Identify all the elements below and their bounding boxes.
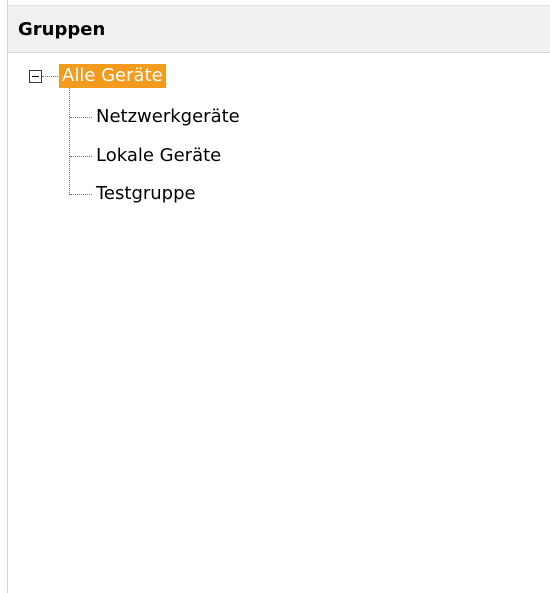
tree-node-test-group[interactable]: Testgruppe — [96, 182, 196, 206]
group-tree: Alle Geräte Netzwerkgeräte Lokale Geräte… — [8, 53, 550, 593]
collapse-toggle-icon[interactable] — [29, 70, 42, 83]
tree-node-all-devices[interactable]: Alle Geräte — [59, 64, 166, 88]
tree-connector — [69, 88, 70, 195]
tree-connector — [70, 117, 92, 118]
tree-connector — [70, 156, 92, 157]
panel-header: Gruppen — [8, 5, 550, 53]
panel-title: Gruppen — [18, 19, 106, 40]
tree-node-network-devices[interactable]: Netzwerkgeräte — [96, 105, 240, 129]
tree-node-local-devices[interactable]: Lokale Geräte — [96, 144, 221, 168]
groups-panel: Gruppen Alle Geräte Netzwerkgeräte Lokal… — [7, 0, 550, 593]
tree-connector — [70, 194, 92, 195]
tree-connector — [42, 76, 58, 77]
